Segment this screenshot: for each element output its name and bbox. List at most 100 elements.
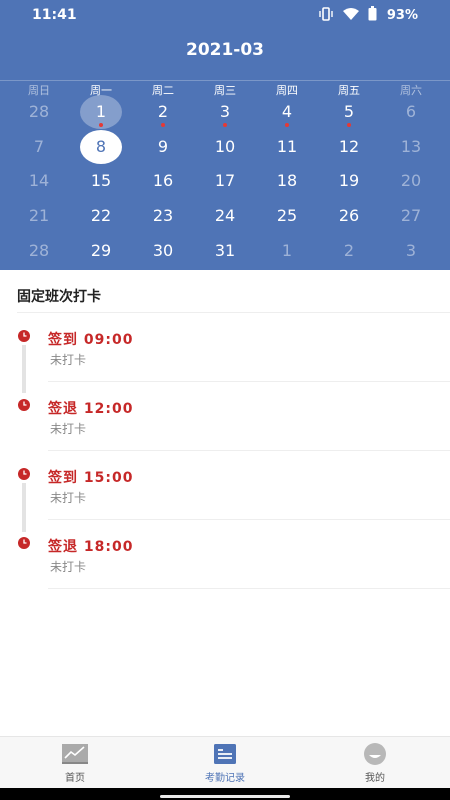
record-title: 签到 09:00 [48,329,133,349]
attendance-dot-indicator [223,122,227,127]
calendar-day[interactable]: 11 [256,129,318,164]
section-title: 固定班次打卡 [17,289,101,305]
attendance-dot-indicator [99,122,103,127]
calendar-week-row: 14 15 16 17 18 19 20 [8,164,442,199]
calendar-day[interactable]: 3 [380,233,442,268]
calendar-day[interactable]: 14 [8,164,70,199]
calendar-week-row: 28 29 30 31 1 2 3 [8,233,442,268]
record-title: 签到 15:00 [48,467,133,487]
calendar-day[interactable]: 23 [132,198,194,233]
calendar-day[interactable]: 29 [70,233,132,268]
document-list-icon [214,742,236,766]
day-number: 22 [90,206,112,226]
calendar-day[interactable]: 2 [132,94,194,129]
day-number: 5 [343,101,355,121]
calendar-day[interactable]: 26 [318,198,380,233]
calendar-day[interactable]: 1 [256,233,318,268]
record-status: 未打卡 [50,422,87,436]
calendar-day[interactable]: 9 [132,129,194,164]
day-number: 1 [95,101,107,121]
calendar-week-row: 7 8 9 10 11 12 13 [8,129,442,164]
wifi-icon [342,6,360,25]
tab-label: 首页 [65,773,85,784]
day-number: 19 [338,171,360,191]
calendar-day[interactable]: 1 [70,94,132,129]
day-number: 11 [276,136,298,156]
calendar-day[interactable]: 3 [194,94,256,129]
calendar-day[interactable]: 25 [256,198,318,233]
calendar-day[interactable]: 18 [256,164,318,199]
day-number: 4 [281,101,293,121]
calendar-day[interactable]: 21 [8,198,70,233]
attendance-record[interactable]: 签退 18:00 未打卡 [0,520,450,589]
attendance-record[interactable]: 签到 15:00 未打卡 [0,451,450,520]
attendance-record[interactable]: 签退 12:00 未打卡 [0,382,450,451]
timeline-connector [22,483,26,532]
home-gesture-pill[interactable] [160,795,290,798]
day-number: 10 [214,136,236,156]
calendar-day[interactable]: 28 [8,94,70,129]
calendar-day[interactable]: 6 [380,94,442,129]
calendar-day[interactable]: 24 [194,198,256,233]
record-label: 签到 [48,470,78,486]
tab-home[interactable]: 首页 [0,737,150,789]
tab-label: 考勤记录 [205,773,245,784]
day-number: 8 [95,136,107,156]
calendar-day[interactable]: 4 [256,94,318,129]
day-number: 14 [28,171,50,191]
bottom-tab-bar: 首页 考勤记录 我的 [0,736,450,788]
record-label: 签退 [48,539,78,555]
day-number: 7 [33,136,45,156]
calendar-week-row: 21 22 23 24 25 26 27 [8,198,442,233]
clock-icon [18,396,30,411]
day-number: 29 [90,241,112,261]
day-number: 17 [214,171,236,191]
calendar-day[interactable]: 10 [194,129,256,164]
clock-icon [18,465,30,480]
calendar-day[interactable]: 28 [8,233,70,268]
day-number: 27 [400,206,422,226]
calendar-day[interactable]: 27 [380,198,442,233]
record-time: 09:00 [83,332,134,348]
attendance-record[interactable]: 签到 09:00 未打卡 [0,313,450,382]
day-number: 3 [219,101,231,121]
battery-percentage: 93% [386,8,418,23]
calendar-day[interactable]: 16 [132,164,194,199]
month-title[interactable]: 2021-03 [0,40,450,60]
day-number: 25 [276,206,298,226]
calendar-day[interactable]: 5 [318,94,380,129]
day-number: 26 [338,206,360,226]
status-time: 11:41 [32,7,77,23]
day-number: 18 [276,171,298,191]
record-title: 签退 18:00 [48,536,133,556]
calendar-day[interactable]: 17 [194,164,256,199]
record-divider [48,588,450,589]
record-time: 18:00 [83,539,134,555]
attendance-dot-indicator [161,122,165,127]
record-label: 签到 [48,332,78,348]
calendar-week-row: 28 1 2 3 4 5 6 [8,94,442,129]
calendar-day[interactable]: 19 [318,164,380,199]
calendar-day[interactable]: 7 [8,129,70,164]
record-status: 未打卡 [50,560,87,574]
day-number: 30 [152,241,174,261]
calendar-day[interactable]: 15 [70,164,132,199]
status-icons: 93% [318,6,418,25]
calendar-day[interactable]: 13 [380,129,442,164]
calendar-day[interactable]: 31 [194,233,256,268]
calendar-day[interactable]: 22 [70,198,132,233]
calendar-day[interactable]: 20 [380,164,442,199]
record-time: 12:00 [83,401,134,417]
day-number: 13 [400,136,422,156]
day-number: 9 [157,136,169,156]
calendar-day[interactable]: 2 [318,233,380,268]
day-number: 23 [152,206,174,226]
tab-profile[interactable]: 我的 [300,737,450,789]
calendar-day-selected[interactable]: 8 [70,129,132,164]
day-number: 3 [405,241,417,261]
calendar-day[interactable]: 12 [318,129,380,164]
day-number: 1 [281,241,293,261]
tab-attendance-records[interactable]: 考勤记录 [150,737,300,789]
vibrate-icon [318,6,334,25]
calendar-day[interactable]: 30 [132,233,194,268]
